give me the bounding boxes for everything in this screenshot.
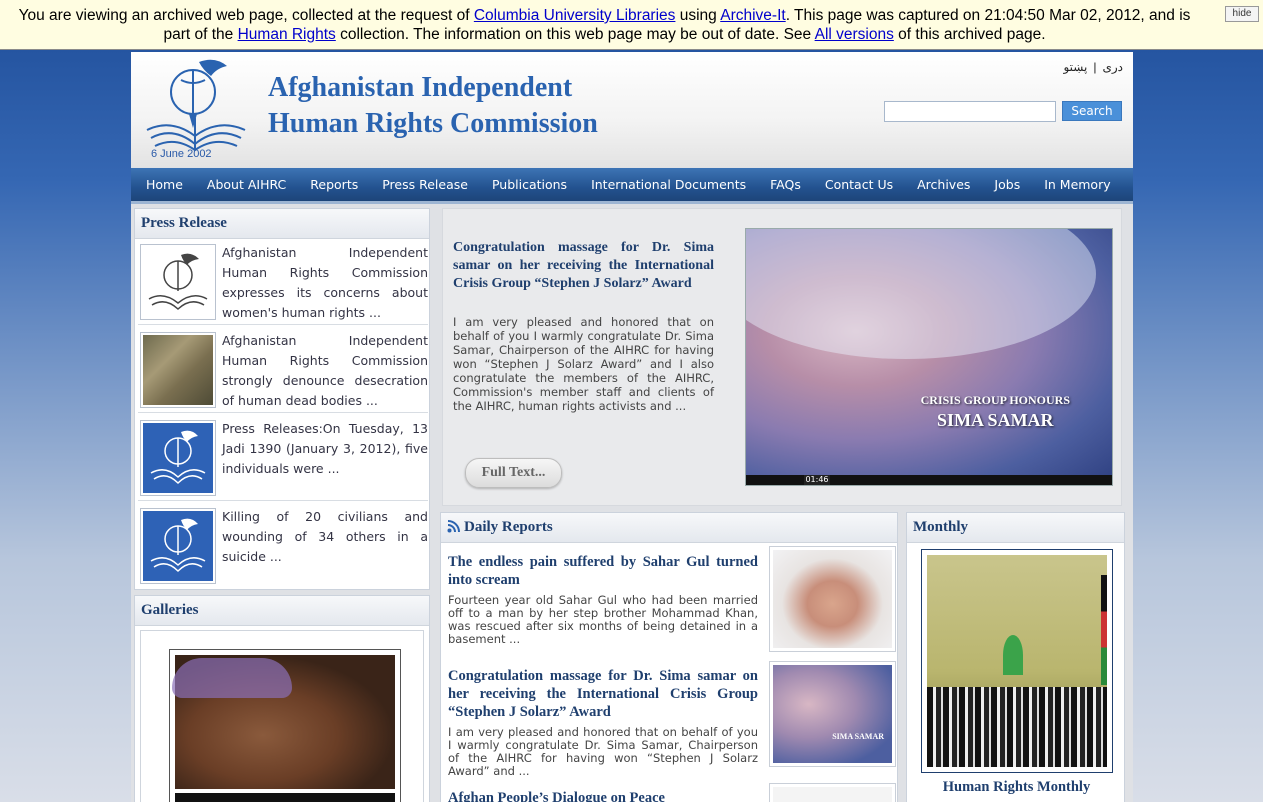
thumb-caption: SIMA SAMAR — [832, 732, 884, 741]
site-title-line2: Human Rights Commission — [268, 108, 598, 139]
aihrc-emblem-icon — [148, 253, 208, 311]
featured-title[interactable]: Congratulation massage for Dr. Sima sama… — [453, 239, 714, 293]
featured-video[interactable]: CRISIS GROUP HONOURS SIMA SAMAR 01:46 — [745, 228, 1113, 486]
aihrc-emblem-icon — [146, 59, 246, 152]
lang-dari-link[interactable]: دری — [1102, 60, 1123, 74]
daily-report-thumbnail[interactable]: SIMA SAMAR — [769, 661, 896, 767]
gallery-photo-headscarf — [172, 658, 292, 698]
archive-banner: You are viewing an archived web page, co… — [0, 0, 1263, 50]
page-container: 6 June 2002 Afghanistan Independent Huma… — [131, 52, 1133, 802]
press-release-item[interactable]: Afghanistan Independent Human Rights Com… — [138, 241, 428, 325]
daily-report-summary: I am very pleased and honored that on be… — [448, 725, 758, 778]
video-caption-line2: SIMA SAMAR — [937, 410, 1054, 430]
plant-sprout-icon — [1003, 635, 1023, 675]
monthly-heading: Monthly — [907, 513, 1124, 543]
aihrc-emblem-icon — [150, 430, 206, 485]
daily-report-title[interactable]: Congratulation massage for Dr. Sima sama… — [448, 667, 758, 721]
gallery-image[interactable] — [169, 649, 401, 802]
gallery-caption-bar — [175, 793, 395, 802]
flag-stripe — [1101, 575, 1107, 685]
press-release-text[interactable]: Afghanistan Independent Human Rights Com… — [222, 243, 428, 323]
press-release-thumbnail[interactable] — [140, 508, 216, 584]
nav-about[interactable]: About AIHRC — [195, 177, 298, 192]
nav-archives[interactable]: Archives — [905, 177, 982, 192]
daily-report-title[interactable]: The endless pain suffered by Sahar Gul t… — [448, 553, 758, 589]
daily-report-title[interactable]: Afghan People’s Dialogue on Peace — [448, 789, 758, 802]
featured-summary: I am very pleased and honored that on be… — [453, 315, 714, 413]
sima-samar-photo: SIMA SAMAR — [773, 665, 892, 763]
sahar-gul-photo — [773, 550, 892, 648]
video-caption-line1: CRISIS GROUP HONOURS — [920, 393, 1070, 407]
gallery-frame — [140, 630, 424, 802]
nav-in-memory[interactable]: In Memory — [1032, 177, 1122, 192]
rss-icon[interactable] — [447, 520, 460, 538]
press-release-text[interactable]: Afghanistan Independent Human Rights Com… — [222, 331, 428, 411]
press-release-heading: Press Release — [135, 209, 429, 239]
video-control-bar[interactable] — [746, 475, 1112, 485]
logo-date: 6 June 2002 — [151, 148, 212, 160]
full-text-button[interactable]: Full Text... — [465, 458, 562, 488]
nav-reports[interactable]: Reports — [298, 177, 370, 192]
monthly-cover-image — [927, 555, 1107, 767]
press-release-thumbnail[interactable] — [140, 244, 216, 320]
banner-text-5: of this archived page. — [893, 26, 1046, 43]
monthly-panel: Monthly Human Rights Monthly — [906, 512, 1125, 802]
video-caption: CRISIS GROUP HONOURS SIMA SAMAR — [921, 393, 1070, 431]
search-button[interactable]: Search — [1062, 101, 1122, 121]
press-release-thumbnail[interactable] — [140, 332, 216, 408]
daily-report-summary: Fourteen year old Sahar Gul who had been… — [448, 593, 758, 646]
dialogue-thumb — [773, 787, 892, 802]
soldiers-photo — [143, 335, 213, 405]
daily-report-thumbnail[interactable] — [769, 783, 896, 802]
aihrc-blue-logo — [143, 423, 213, 493]
nav-press-release[interactable]: Press Release — [370, 177, 480, 192]
all-versions-link[interactable]: All versions — [815, 26, 894, 43]
video-time: 01:46 — [804, 475, 830, 485]
press-release-item[interactable]: Press Releases:On Tuesday, 13 Jadi 1390 … — [138, 417, 428, 501]
daily-reports-heading: Daily Reports — [464, 519, 553, 535]
lang-separator: | — [1093, 60, 1097, 74]
monthly-cover[interactable] — [921, 549, 1113, 773]
press-release-text[interactable]: Killing of 20 civilians and wounding of … — [222, 507, 428, 567]
galleries-heading: Galleries — [135, 596, 429, 626]
site-header: 6 June 2002 Afghanistan Independent Huma… — [131, 52, 1133, 167]
search-input[interactable] — [884, 101, 1056, 122]
banner-text-2: using — [675, 7, 721, 24]
columbia-libraries-link[interactable]: Columbia University Libraries — [474, 7, 676, 24]
nav-home[interactable]: Home — [134, 177, 195, 192]
nav-faqs[interactable]: FAQs — [758, 177, 813, 192]
language-switcher: دری | پښتو — [1063, 60, 1123, 74]
site-title[interactable]: Afghanistan Independent Human Rights Com… — [268, 70, 598, 142]
banner-text-4: collection. The information on this web … — [335, 26, 815, 43]
press-release-item[interactable]: Afghanistan Independent Human Rights Com… — [138, 329, 428, 413]
monthly-caption[interactable]: Human Rights Monthly — [907, 779, 1126, 796]
lang-pashto-link[interactable]: پښتو — [1063, 60, 1087, 74]
aihrc-emblem-icon — [150, 518, 206, 573]
daily-reports-header: Daily Reports — [441, 513, 897, 543]
press-release-text[interactable]: Press Releases:On Tuesday, 13 Jadi 1390 … — [222, 419, 428, 479]
daily-reports-panel: Daily Reports The endless pain suffered … — [440, 512, 898, 802]
hide-banner-button[interactable]: hide — [1225, 6, 1259, 22]
galleries-panel: Galleries — [134, 595, 430, 802]
site-title-line1: Afghanistan Independent — [268, 72, 573, 103]
featured-story: Congratulation massage for Dr. Sima sama… — [442, 208, 1122, 506]
aihrc-blue-logo — [143, 511, 213, 581]
daily-report-thumbnail[interactable] — [769, 546, 896, 652]
press-release-item[interactable]: Killing of 20 civilians and wounding of … — [138, 505, 428, 589]
press-release-thumbnail[interactable] — [140, 420, 216, 496]
nav-international-documents[interactable]: International Documents — [579, 177, 758, 192]
nav-contact-us[interactable]: Contact Us — [813, 177, 905, 192]
human-rights-collection-link[interactable]: Human Rights — [238, 26, 336, 43]
press-release-panel: Press Release Afghanistan Independent Hu… — [134, 208, 430, 590]
nav-publications[interactable]: Publications — [480, 177, 579, 192]
banner-text-1: You are viewing an archived web page, co… — [18, 7, 474, 24]
main-nav: Home About AIHRC Reports Press Release P… — [131, 168, 1133, 204]
archive-it-link[interactable]: Archive-It — [720, 7, 785, 24]
nav-jobs[interactable]: Jobs — [982, 177, 1032, 192]
crowd-silhouette — [927, 687, 1107, 767]
